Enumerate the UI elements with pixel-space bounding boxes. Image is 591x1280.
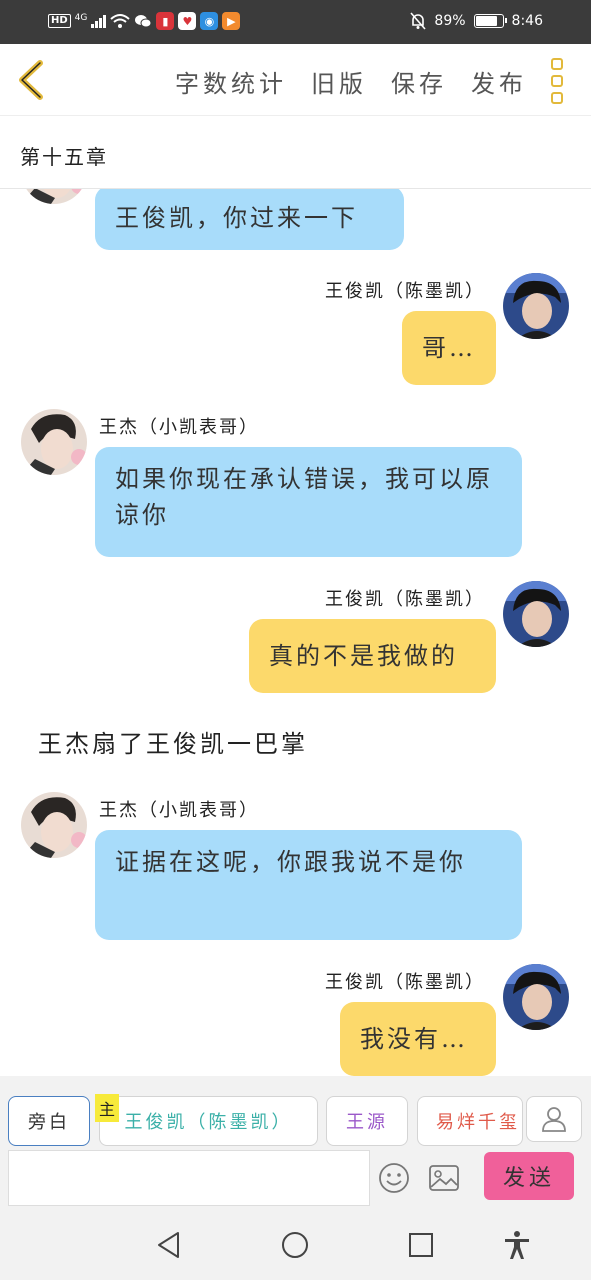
narration-text: 王杰扇了王俊凯一巴掌 xyxy=(38,730,308,758)
chevron-left-icon xyxy=(19,60,43,100)
top-toolbar: 字数统计 旧版 保存 发布 xyxy=(0,44,591,116)
signal-icon xyxy=(91,14,107,28)
speaker-name: 王杰（小凯表哥） xyxy=(99,800,259,821)
save-button[interactable]: 保存 xyxy=(391,64,447,99)
speaker-name: 王杰（小凯表哥） xyxy=(99,417,259,438)
image-icon xyxy=(429,1165,459,1191)
message-bubble: 哥… xyxy=(402,311,496,385)
battery-icon xyxy=(473,14,507,28)
toolbar-actions: 字数统计 旧版 保存 发布 xyxy=(175,64,527,99)
accessibility-icon[interactable] xyxy=(502,1230,532,1260)
clock: 8:46 xyxy=(511,13,543,29)
nav-back-icon[interactable] xyxy=(154,1230,184,1260)
message-bubble: 真的不是我做的 xyxy=(249,619,496,693)
speaker-name: 王俊凯（陈墨凯） xyxy=(325,972,485,993)
message-bubble: 我没有… xyxy=(340,1002,496,1076)
message-bubble: 如果你现在承认错误，我可以原谅你 xyxy=(95,447,522,557)
avatar-wangjunkai[interactable] xyxy=(503,581,569,647)
role-narrator-button[interactable]: 旁白 xyxy=(8,1096,90,1146)
message-input[interactable] xyxy=(8,1150,370,1206)
status-right: 89% 8:46 xyxy=(410,12,543,30)
input-row: 发送 xyxy=(0,1148,591,1208)
heart-app-icon: ♥ xyxy=(178,12,197,30)
role-wangyuan-button[interactable]: 王源 xyxy=(326,1096,408,1146)
speaker-name: 王俊凯（陈墨凯） xyxy=(325,589,485,610)
emoji-button[interactable] xyxy=(378,1162,410,1194)
network-type: 4G xyxy=(74,13,88,23)
role-wangjunkai-button[interactable]: 王俊凯（陈墨凯） xyxy=(99,1096,318,1146)
status-bar: HD 4G ▮ ♥ ◉ ▶ 89% 8:46 xyxy=(0,0,591,44)
message-bubble: 证据在这呢，你跟我说不是你 xyxy=(95,830,522,940)
chapter-title: 第十五章 xyxy=(20,145,108,169)
battery-percent: 89% xyxy=(434,13,466,29)
image-button[interactable] xyxy=(428,1164,460,1192)
avatar-wangjunkai[interactable] xyxy=(503,273,569,339)
avatar-wangjie[interactable] xyxy=(21,409,87,475)
menu-dot-icon xyxy=(551,58,563,70)
menu-dot-icon xyxy=(551,92,563,104)
publish-button[interactable]: 发布 xyxy=(471,64,527,99)
old-version-button[interactable]: 旧版 xyxy=(311,64,367,99)
nav-recents-icon[interactable] xyxy=(406,1230,436,1260)
video-app-icon: ▶ xyxy=(222,12,241,30)
role-selector: 旁白 王俊凯（陈墨凯） 主 王源 易烊千玺 xyxy=(0,1076,591,1148)
person-icon xyxy=(542,1107,566,1132)
menu-dot-icon xyxy=(551,75,563,87)
browser-app-icon: ◉ xyxy=(200,12,219,30)
hd-badge: HD xyxy=(48,14,71,28)
status-left: HD 4G ▮ ♥ ◉ ▶ xyxy=(48,12,241,30)
word-count-button[interactable]: 字数统计 xyxy=(175,64,287,99)
chapter-header: 第十五章 xyxy=(0,117,591,189)
main-role-badge: 主 xyxy=(95,1094,119,1122)
more-menu-button[interactable] xyxy=(551,58,567,104)
wifi-icon xyxy=(110,14,131,28)
system-nav-bar xyxy=(0,1208,591,1280)
wechat-icon xyxy=(134,12,152,30)
role-yiyangqianxi-button[interactable]: 易烊千玺 xyxy=(417,1096,523,1146)
back-button[interactable] xyxy=(14,60,48,100)
avatar-wangjunkai[interactable] xyxy=(503,964,569,1030)
message-bubble: 王俊凯，你过来一下 xyxy=(95,189,404,250)
reader-app-icon: ▮ xyxy=(156,12,175,30)
nav-home-icon[interactable] xyxy=(280,1230,310,1260)
mute-bell-icon xyxy=(410,12,427,30)
send-button[interactable]: 发送 xyxy=(484,1152,574,1200)
speaker-name: 王俊凯（陈墨凯） xyxy=(325,281,485,302)
avatar-wangjie[interactable] xyxy=(21,189,87,204)
add-role-button[interactable] xyxy=(526,1096,582,1142)
chat-area[interactable]: 王俊凯，你过来一下 王俊凯（陈墨凯） 哥… 王杰（小凯表哥） 如果你现在承认错误… xyxy=(0,189,591,1076)
avatar-wangjie[interactable] xyxy=(21,792,87,858)
smiley-icon xyxy=(379,1163,409,1193)
